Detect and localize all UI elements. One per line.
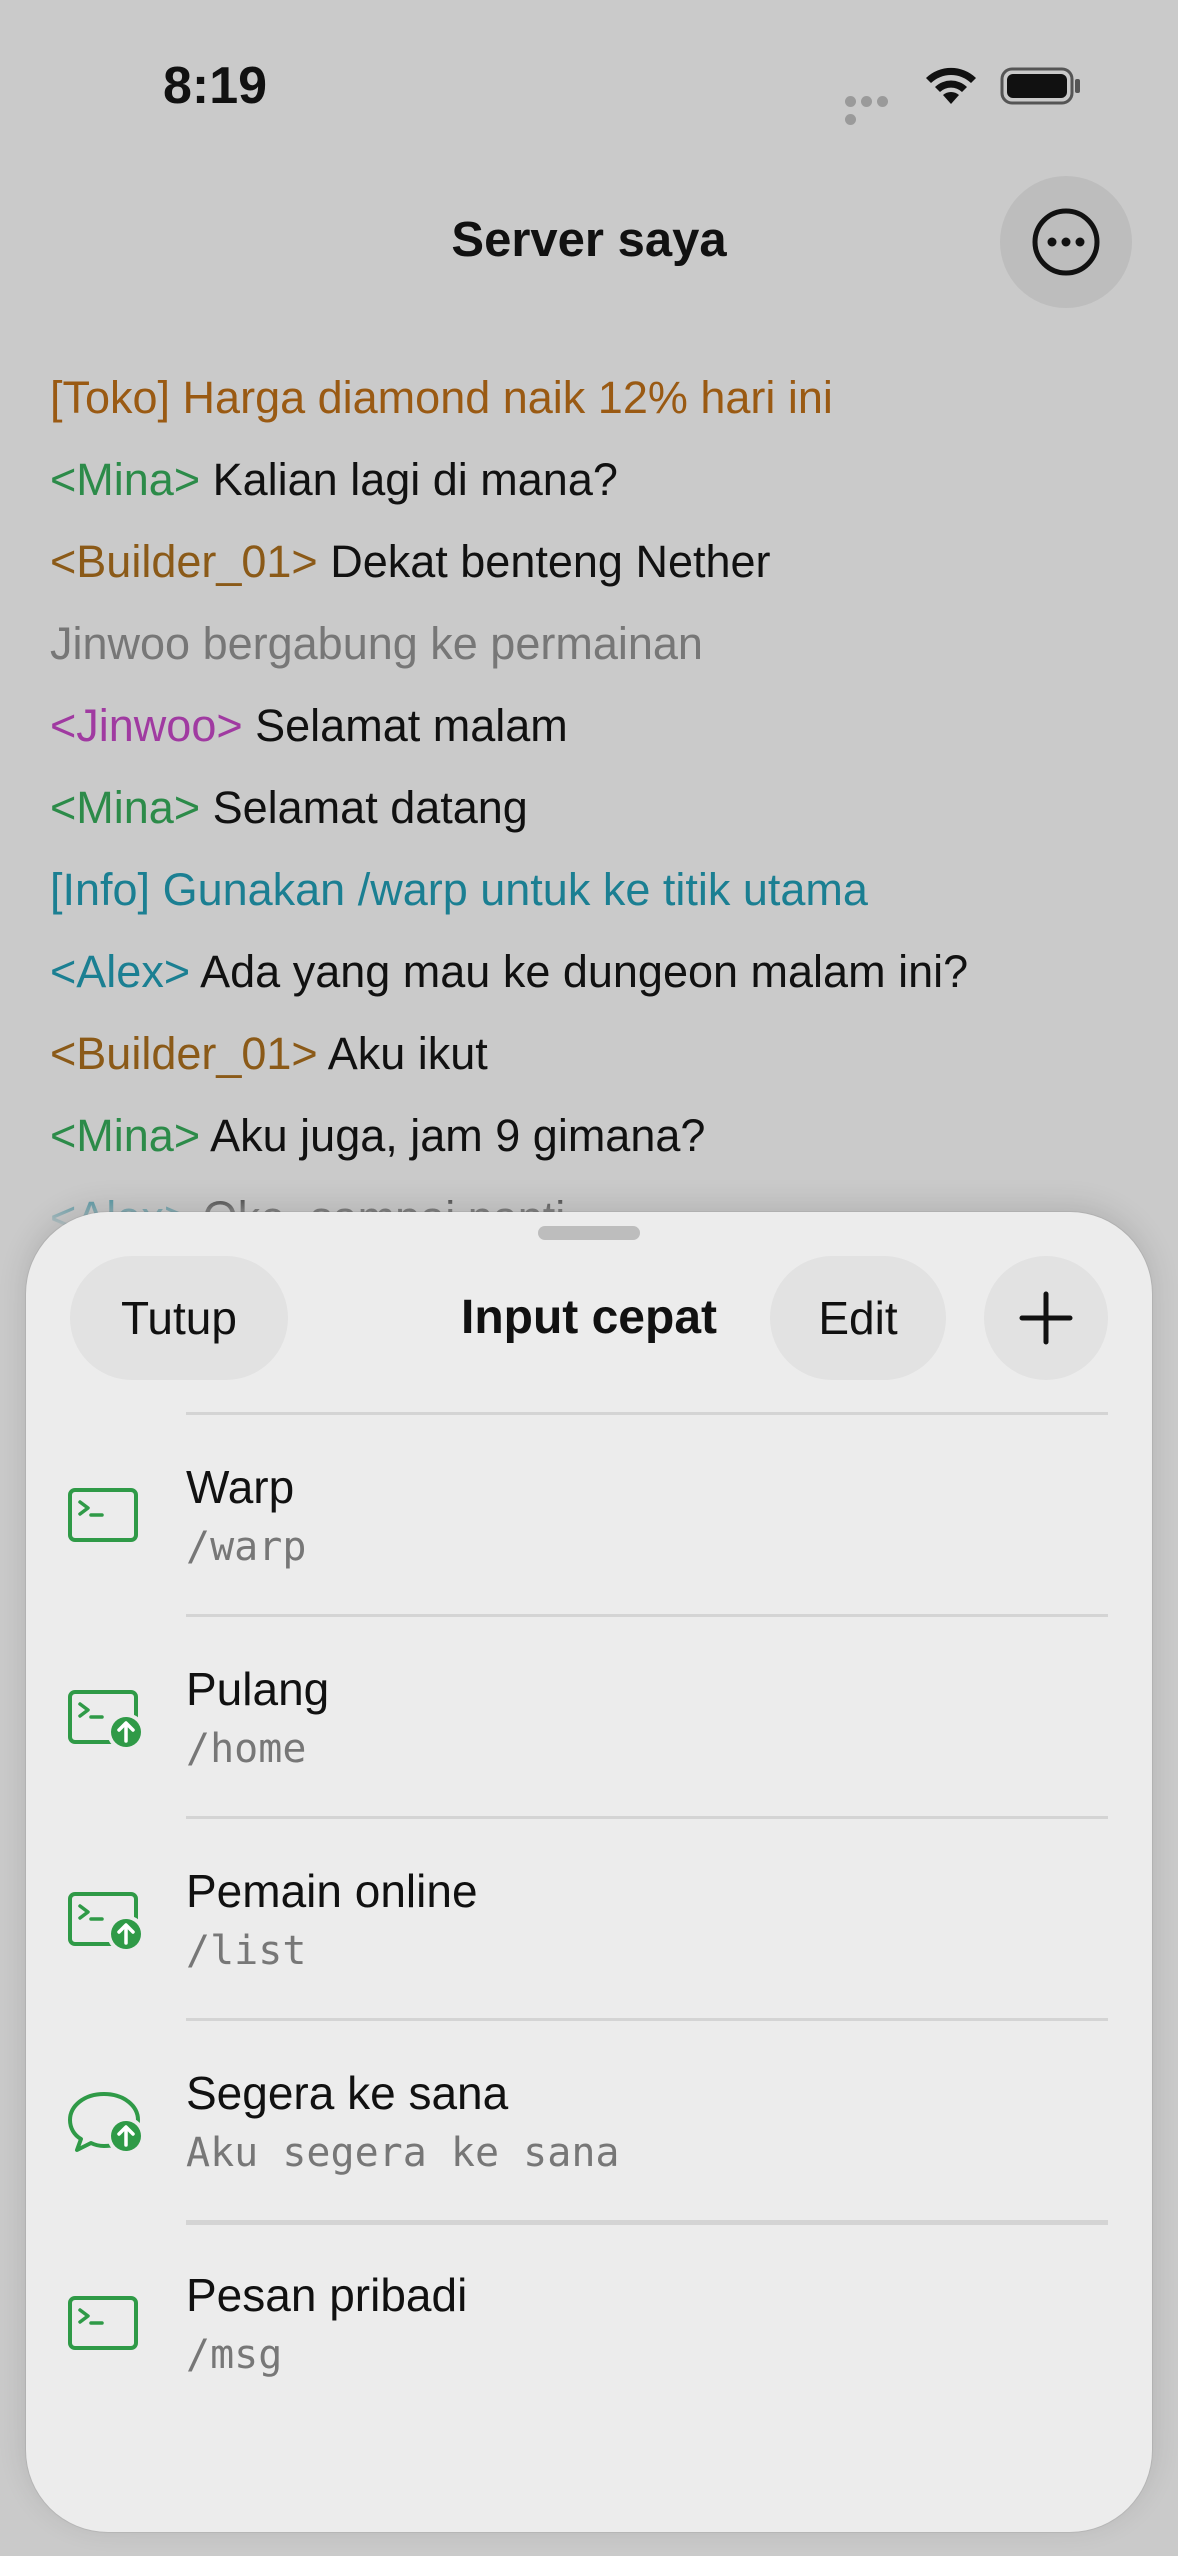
terminal-icon: [66, 1480, 146, 1550]
quick-input-sheet: Tutup Input cepat Edit Warp/warp Pulang/h…: [26, 1212, 1152, 2532]
chat-text: Selamat datang: [200, 782, 528, 833]
chat-text: Ada yang mau ke dungeon malam ini?: [190, 946, 969, 997]
add-button[interactable]: [984, 1256, 1108, 1380]
chat-sender: <Alex>: [50, 946, 191, 997]
chat-message: [Toko] Harga diamond naik 12% hari ini: [50, 364, 1150, 446]
chat-log: [Toko] Harga diamond naik 12% hari ini <M…: [50, 364, 1150, 1266]
plus-icon: [1019, 1291, 1073, 1345]
divider: [186, 1816, 1108, 1819]
cellular-signal-icon: [845, 94, 907, 125]
quick-input-command: Aku segera ke sana: [186, 2130, 620, 2176]
chat-text: Aku ikut: [317, 1028, 488, 1079]
chat-message: <Jinwoo> Selamat malam: [50, 692, 1150, 774]
more-options-button[interactable]: [1000, 176, 1132, 308]
chat-message: [Info] Gunakan /warp untuk ke titik utam…: [50, 856, 1150, 938]
edit-button[interactable]: Edit: [770, 1256, 946, 1380]
quick-input-label: Pulang: [186, 1663, 330, 1715]
quick-input-item[interactable]: Warp/warp: [26, 1412, 1152, 1614]
chat-bubble-send-icon: [66, 2086, 146, 2156]
chat-text: Dekat benteng Nether: [317, 536, 771, 587]
chat-message: <Builder_01> Dekat benteng Nether: [50, 528, 1150, 610]
quick-input-label: Warp: [186, 1461, 295, 1513]
terminal-icon: [66, 2288, 146, 2358]
chat-sender: <Jinwoo>: [50, 700, 243, 751]
terminal-send-icon: [66, 1884, 146, 1954]
quick-input-command: /msg: [186, 2332, 283, 2378]
chat-message: <Mina> Kalian lagi di mana?: [50, 446, 1150, 528]
chat-message: <Mina> Selamat datang: [50, 774, 1150, 856]
quick-input-command: /list: [186, 1928, 307, 1974]
chat-text: Aku juga, jam 9 gimana?: [200, 1110, 706, 1161]
quick-input-command: /warp: [186, 1524, 307, 1570]
chat-text: Selamat malam: [242, 700, 568, 751]
chat-text: [Info] Gunakan /warp untuk ke titik utam…: [50, 864, 868, 915]
sheet-grabber[interactable]: [538, 1226, 640, 1240]
chat-sender: <Builder_01>: [50, 536, 318, 587]
divider: [186, 2222, 1108, 2225]
quick-input-item[interactable]: Segera ke sana Aku segera ke sana: [26, 2018, 1152, 2220]
battery-icon: [1000, 67, 1080, 105]
quick-input-label: Pesan pribadi: [186, 2269, 468, 2321]
terminal-send-icon: [66, 1682, 146, 1752]
status-bar: 8:19: [0, 0, 1178, 150]
chat-sender: <Mina>: [50, 454, 201, 505]
quick-input-label: Pemain online: [186, 1865, 478, 1917]
chat-message: <Mina> Aku juga, jam 9 gimana?: [50, 1102, 1150, 1184]
quick-input-command: /home: [186, 1726, 307, 1772]
ellipsis-circle-icon: [1032, 208, 1100, 276]
divider: [186, 1412, 1108, 1415]
divider: [186, 2018, 1108, 2021]
divider: [186, 1614, 1108, 1617]
wifi-icon: [926, 67, 976, 104]
chat-text: Jinwoo bergabung ke permainan: [50, 618, 703, 669]
chat-sender: <Mina>: [50, 782, 201, 833]
chat-message: <Alex> Ada yang mau ke dungeon malam ini…: [50, 938, 1150, 1020]
quick-input-item[interactable]: Pulang/home: [26, 1614, 1152, 1816]
chat-text: [Toko] Harga diamond naik 12% hari ini: [50, 372, 833, 423]
quick-input-item[interactable]: Pemain online/list: [26, 1816, 1152, 2018]
close-button[interactable]: Tutup: [70, 1256, 288, 1380]
chat-sender: <Mina>: [50, 1110, 201, 1161]
chat-sender: <Builder_01>: [50, 1028, 318, 1079]
status-time: 8:19: [163, 57, 268, 115]
quick-input-label: Segera ke sana: [186, 2067, 509, 2119]
chat-message: <Builder_01> Aku ikut: [50, 1020, 1150, 1102]
chat-text: Kalian lagi di mana?: [200, 454, 618, 505]
quick-input-list: Warp/warp Pulang/home Pemain online/list Se…: [26, 1412, 1152, 2422]
quick-input-item[interactable]: Pesan pribadi/msg: [26, 2220, 1152, 2422]
chat-message: Jinwoo bergabung ke permainan: [50, 610, 1150, 692]
